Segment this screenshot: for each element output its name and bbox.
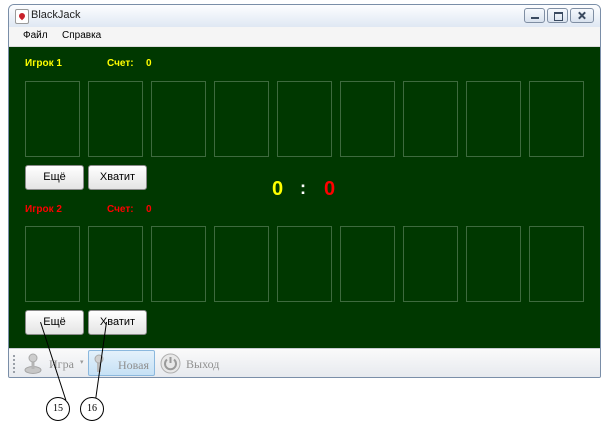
- card-app-icon: [15, 9, 29, 24]
- game-table: Игрок 1 Счет: 0 Ещё Хватит 0 : 0 Игрок 2…: [9, 47, 600, 348]
- player1-card-slot: [403, 81, 458, 157]
- score-separator: :: [300, 178, 306, 198]
- player2-total: 0: [324, 178, 336, 200]
- power-icon: [160, 353, 181, 374]
- exit-button[interactable]: Выход: [186, 357, 219, 372]
- player1-card-slot: [529, 81, 584, 157]
- player1-stop-button[interactable]: Хватит: [88, 165, 147, 190]
- player1-card-slot: [214, 81, 269, 157]
- player1-card-slot: [151, 81, 206, 157]
- player1-card-slot: [88, 81, 143, 157]
- title-bar[interactable]: BlackJack: [9, 5, 600, 27]
- player2-card-slot: [466, 226, 521, 302]
- player2-card-slot: [340, 226, 395, 302]
- player1-card-slot: [25, 81, 80, 157]
- player1-score: 0: [146, 58, 152, 69]
- new-game-label: Новая: [118, 358, 150, 372]
- player2-card-slot: [151, 226, 206, 302]
- player1-score-label: Счет:: [107, 58, 134, 69]
- blackjack-window: BlackJack Файл Справка Игрок 1 Счет: 0 Е…: [8, 4, 601, 378]
- player1-total: 0: [272, 178, 284, 200]
- player1-card-slot: [340, 81, 395, 157]
- player1-card-slot: [277, 81, 332, 157]
- toolbar-grip-handle[interactable]: [13, 355, 15, 373]
- callout-15: 15: [46, 397, 70, 421]
- player2-stop-button[interactable]: Хватит: [88, 310, 147, 335]
- player2-card-slot: [277, 226, 332, 302]
- chevron-down-icon[interactable]: ▾: [80, 358, 84, 366]
- player1-card-slot: [466, 81, 521, 157]
- player2-score-label: Счет:: [107, 204, 134, 215]
- menu-help[interactable]: Справка: [62, 30, 101, 41]
- maximize-button[interactable]: [547, 8, 568, 23]
- window-title: BlackJack: [31, 9, 81, 21]
- player2-score: 0: [146, 204, 152, 215]
- player1-more-button[interactable]: Ещё: [25, 165, 84, 190]
- player2-card-slot: [403, 226, 458, 302]
- menu-bar: Файл Справка: [9, 27, 600, 47]
- player2-card-slot: [88, 226, 143, 302]
- player2-more-button[interactable]: Ещё: [25, 310, 84, 335]
- player1-name: Игрок 1: [25, 58, 62, 69]
- player2-card-slot: [214, 226, 269, 302]
- player2-name: Игрок 2: [25, 204, 62, 215]
- menu-file[interactable]: Файл: [23, 30, 48, 41]
- joystick-icon: [24, 353, 42, 374]
- minimize-button[interactable]: [524, 8, 545, 23]
- player2-card-slot: [529, 226, 584, 302]
- callout-16: 16: [80, 397, 104, 421]
- close-button[interactable]: [570, 8, 594, 23]
- player2-card-slot: [25, 226, 80, 302]
